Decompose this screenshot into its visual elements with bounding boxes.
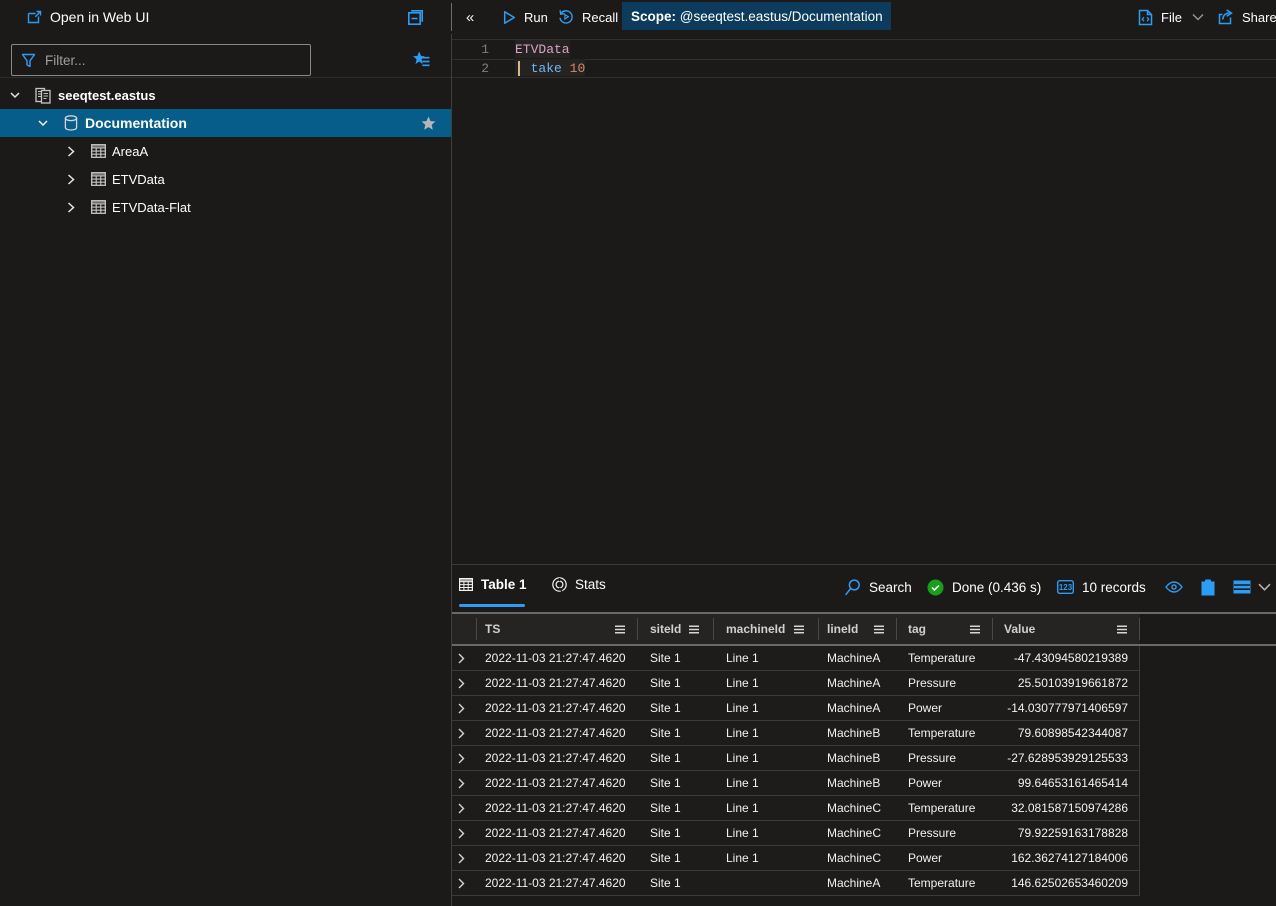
svg-text:123: 123 <box>1059 583 1073 592</box>
